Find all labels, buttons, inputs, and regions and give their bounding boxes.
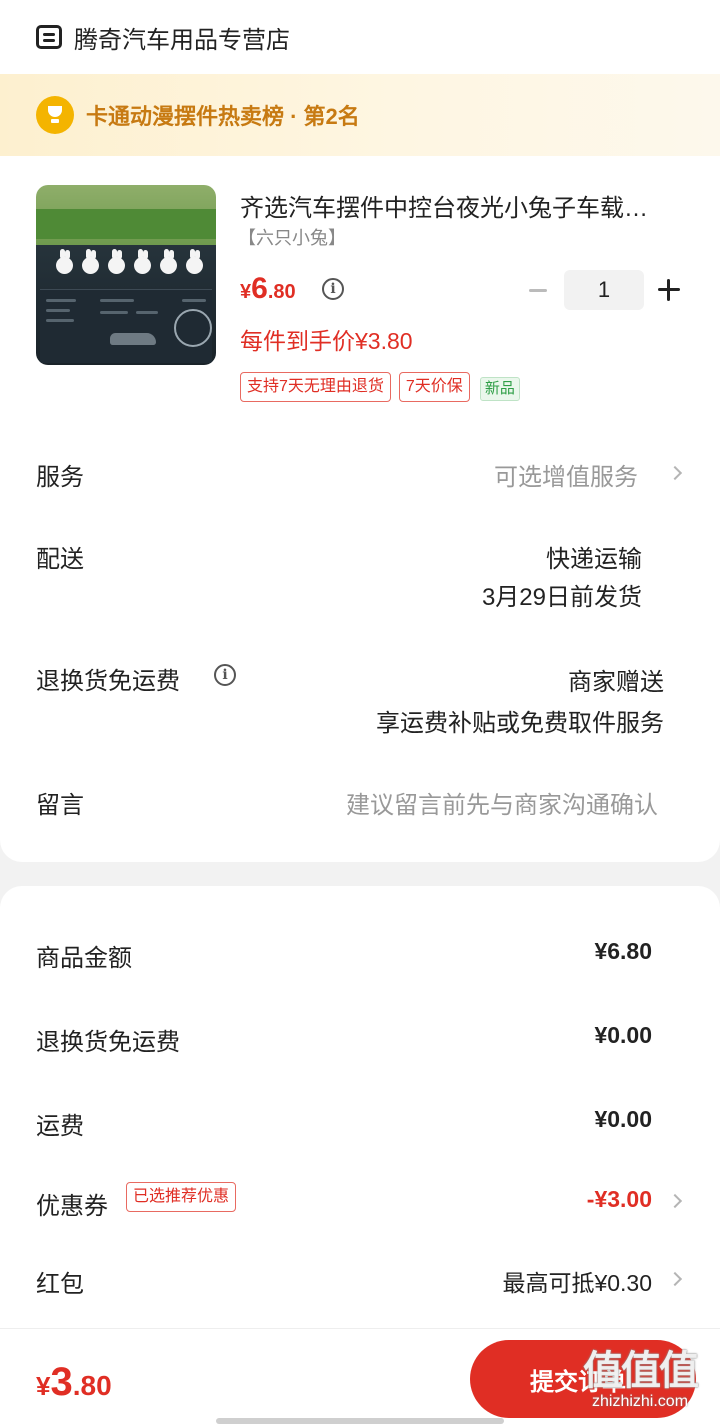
tag-price-protection: 7天价保 [398,372,470,402]
service-value[interactable]: 可选增值服务 [494,457,638,492]
quantity-value[interactable]: 1 [564,270,644,310]
price-info-icon[interactable]: i [322,278,344,300]
coupon-value[interactable]: -¥3.00 [587,1186,652,1213]
quantity-stepper[interactable]: 1 [520,270,688,310]
total-price: ¥3.80 [36,1360,112,1404]
shipping-label: 运费 [36,1113,84,1140]
coupon-label: 优惠券 [36,1193,108,1220]
watermark: 值值值 zhizhizhi.com [583,1349,699,1410]
chevron-right-icon[interactable] [667,465,683,481]
shipping-value: ¥0.00 [594,1106,652,1132]
return-insurance-value: 商家赠送 [568,669,664,696]
return-info-icon[interactable]: i [214,664,236,686]
tag-return-policy: 支持7天无理由退货 [240,372,391,402]
shop-name[interactable]: 腾奇汽车用品专营店 [74,20,290,55]
red-packet-value[interactable]: 最高可抵¥0.30 [502,1264,652,1298]
return-insurance-label: 退换货免运费 [36,668,180,695]
order-card: 腾奇汽车用品专营店 卡通动漫摆件热卖榜 · 第2名 齐选汽车摆件中控台夜光小兔子… [0,0,720,862]
product-thumbnail[interactable] [36,185,216,365]
minus-icon[interactable] [520,270,556,310]
return-insurance-sub: 享运费补贴或免费取件服务 [376,710,664,737]
red-packet-label: 红包 [36,1271,84,1298]
shop-header[interactable]: 腾奇汽车用品专营店 [0,0,720,74]
goods-amount-value: ¥6.80 [594,938,652,964]
message-label: 留言 [36,792,84,819]
service-label: 服务 [36,464,84,491]
ranking-text: 卡通动漫摆件热卖榜 · 第2名 [86,104,360,129]
delivery-label: 配送 [36,546,84,573]
tag-new: 新品 [479,377,520,401]
message-input[interactable]: 建议留言前先与商家沟通确认 [346,785,658,820]
plus-icon[interactable] [648,270,688,310]
product-variant[interactable]: 【六只小兔】 [238,224,346,250]
return-fee-label: 退换货免运费 [36,1029,180,1056]
product-price: ¥6.80 [240,272,296,305]
shop-icon [36,25,62,49]
product-title[interactable]: 齐选汽车摆件中控台夜光小兔子车载… [240,188,688,223]
ranking-banner[interactable]: 卡通动漫摆件热卖榜 · 第2名 [0,74,720,156]
return-fee-value: ¥0.00 [594,1022,652,1048]
delivery-value: 快递运输 [546,546,642,573]
coupon-tag: 已选推荐优惠 [126,1182,237,1212]
goods-amount-label: 商品金额 [36,945,132,972]
unit-price: 每件到手价¥3.80 [240,328,413,354]
home-indicator[interactable] [216,1418,504,1424]
product-tags: 支持7天无理由退货 7天价保 新品 [240,372,520,402]
trophy-icon [36,96,74,134]
delivery-date: 3月29日前发货 [481,584,642,611]
